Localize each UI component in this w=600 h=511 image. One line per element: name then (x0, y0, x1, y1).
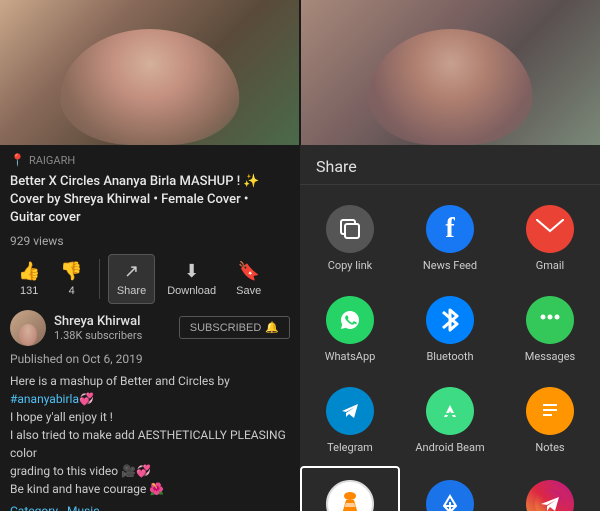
share-item-vlc[interactable]: Play with VLC (300, 466, 400, 511)
left-panel: 📍 RAIGARH Better X Circles Ananya Birla … (0, 145, 300, 511)
location-text: RAIGARH (29, 154, 75, 167)
video-thumbnails-row (0, 0, 600, 145)
messages-icon (526, 296, 574, 344)
channel-info: Shreya Khirwal 1.38K subscribers (54, 314, 171, 342)
android-beam-label: Android Beam (415, 441, 484, 454)
direct-instagram-icon (526, 480, 574, 511)
video-title: Better X Circles Ananya Birla MASHUP ! ✨… (10, 173, 290, 228)
video-thumb-right[interactable] (299, 0, 600, 145)
share-item-android-beam[interactable]: Android Beam (400, 375, 500, 466)
share-item-direct[interactable]: Direct (500, 466, 600, 511)
view-count: 929 views (10, 234, 290, 248)
share-item-notes[interactable]: Notes (500, 375, 600, 466)
download-button[interactable]: ⬇ Download (159, 255, 224, 303)
divider (99, 259, 100, 299)
thumbs-down-icon: 👎 (60, 261, 82, 282)
dislike-count: 4 (69, 285, 75, 297)
telegram-label: Telegram (327, 441, 373, 454)
save-label: Save (236, 285, 261, 297)
gmail-label: Gmail (536, 259, 564, 272)
copy-link-label: Copy link (328, 259, 372, 272)
category-label: Category (10, 504, 58, 511)
gmail-icon (526, 205, 574, 253)
share-header: Share (300, 145, 600, 185)
bluetooth-label: Bluetooth (426, 350, 473, 363)
category-row: Category Music (10, 504, 290, 511)
bell-icon: 🔔 (265, 321, 279, 334)
location-row: 📍 RAIGARH (10, 153, 290, 167)
telegram-icon (326, 387, 374, 435)
like-button[interactable]: 👍 131 (10, 255, 48, 303)
share-item-facebook[interactable]: f News Feed (400, 193, 500, 284)
video-thumb-left[interactable] (0, 0, 299, 145)
channel-subscribers: 1.38K subscribers (54, 329, 171, 342)
share-item-gmail[interactable]: Gmail (500, 193, 600, 284)
action-buttons-row: 👍 131 👎 4 ↗ Share ⬇ Download 🔖 Save (10, 254, 290, 304)
messages-label: Messages (525, 350, 575, 363)
share-item-whatsapp[interactable]: WhatsApp (300, 284, 400, 375)
share-label: Share (117, 285, 146, 297)
facebook-label: News Feed (423, 259, 477, 272)
download-label: Download (167, 285, 216, 297)
publish-date: Published on Oct 6, 2019 (10, 352, 290, 366)
download-icon: ⬇ (184, 261, 199, 282)
location-pin-icon: 📍 (10, 153, 25, 167)
share-grid: Copy link f News Feed Gmail (300, 185, 600, 511)
subscribed-label: SUBSCRIBED (190, 322, 262, 334)
share-panel: Share Copy link f News Feed (300, 145, 600, 511)
share-icon: ↗ (124, 261, 139, 282)
save-button[interactable]: 🔖 Save (228, 255, 269, 303)
video-description: Here is a mashup of Better and Circles b… (10, 372, 290, 498)
share-item-messages[interactable]: Messages (500, 284, 600, 375)
desc-hashtag[interactable]: #ananyabirla (10, 392, 79, 406)
subscribed-button[interactable]: SUBSCRIBED 🔔 (179, 316, 290, 339)
share-item-adm[interactable]: ADM Browser (400, 466, 500, 511)
category-value[interactable]: Music (67, 504, 99, 511)
notes-label: Notes (535, 441, 564, 454)
whatsapp-label: WhatsApp (325, 350, 376, 363)
adm-icon (426, 480, 474, 511)
channel-avatar[interactable] (10, 310, 46, 346)
desc-text-3: Be kind and have courage 🌺 (10, 482, 164, 496)
channel-name[interactable]: Shreya Khirwal (54, 314, 171, 329)
vlc-icon (326, 480, 374, 511)
thumbs-up-icon: 👍 (18, 261, 40, 282)
notes-icon (526, 387, 574, 435)
share-item-copy-link[interactable]: Copy link (300, 193, 400, 284)
android-beam-icon (426, 387, 474, 435)
bluetooth-icon (426, 296, 474, 344)
facebook-icon: f (426, 205, 474, 253)
save-icon: 🔖 (237, 261, 259, 282)
whatsapp-icon (326, 296, 374, 344)
main-content: 📍 RAIGARH Better X Circles Ananya Birla … (0, 145, 600, 511)
share-item-telegram[interactable]: Telegram (300, 375, 400, 466)
channel-row: Shreya Khirwal 1.38K subscribers SUBSCRI… (10, 310, 290, 346)
dislike-button[interactable]: 👎 4 (52, 255, 90, 303)
like-count: 131 (20, 285, 38, 297)
share-button[interactable]: ↗ Share (108, 254, 155, 304)
share-item-bluetooth[interactable]: Bluetooth (400, 284, 500, 375)
desc-text-1: Here is a mashup of Better and Circles b… (10, 374, 230, 388)
copy-link-icon (326, 205, 374, 253)
